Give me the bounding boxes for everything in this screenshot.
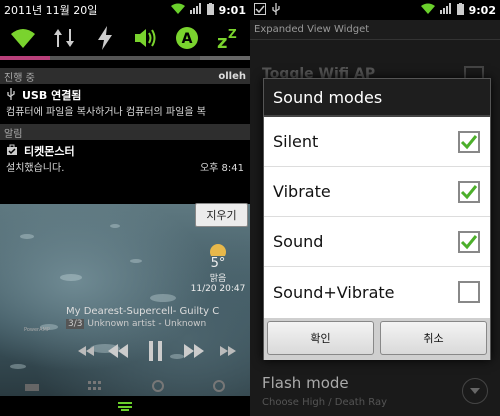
ticket-icon (6, 144, 18, 159)
status-date: 2011년 11월 20일 (4, 4, 98, 17)
alerts-label: 알림 (4, 128, 23, 140)
usb-notification[interactable]: USB 연결됨 컴퓨터에 파일을 복사하거나 컴퓨터의 파일을 복 (0, 84, 250, 124)
alerts-section-header: 알림 (0, 124, 250, 140)
seek-forward-icon[interactable] (216, 340, 240, 362)
option-label: Sound (273, 232, 324, 251)
status-bar: 2011년 11월 20일 9:01 (0, 0, 250, 20)
notification-panel: 2011년 11월 20일 9:01 A zZ 진행 중 olleh USB 연… (0, 0, 250, 416)
previous-icon[interactable] (106, 340, 130, 362)
battery-icon-right (456, 2, 464, 18)
ongoing-section-header: 진행 중 olleh (0, 68, 250, 84)
checkbox-checked[interactable] (458, 230, 480, 253)
music-track-count: 3/3 (66, 319, 85, 329)
dock-apps-icon[interactable] (88, 380, 102, 394)
data-sync-toggle-icon[interactable] (51, 25, 77, 51)
usb-text: 컴퓨터에 파일을 복사하거나 컴퓨터의 파일을 복 (6, 107, 206, 118)
option-silent[interactable]: Silent (264, 117, 490, 167)
notification-checkbox-icon (254, 2, 266, 18)
svg-text:A: A (181, 31, 192, 47)
wifi-toggle-icon[interactable] (10, 25, 36, 51)
seek-back-icon[interactable] (74, 340, 98, 362)
usb-status-icon (271, 2, 281, 18)
weather-widget[interactable]: 5° 맑음 11/20 20:47 (190, 242, 246, 294)
music-artist: Unknown artist - Unknown (87, 319, 207, 329)
option-vibrate[interactable]: Vibrate (264, 167, 490, 217)
chevron-down-icon[interactable] (462, 378, 488, 404)
ticket-title: 티켓몬스터 (24, 145, 75, 158)
power-toggle-icon[interactable] (92, 25, 118, 51)
flash-mode-title[interactable]: Flash mode (262, 374, 349, 392)
toggle-state-bar (0, 56, 250, 60)
usb-title: USB 연결됨 (22, 89, 82, 102)
ticket-time: 오후 8:41 (199, 163, 244, 174)
option-sound[interactable]: Sound (264, 217, 490, 267)
widget-logo: PowerAMP (24, 327, 50, 333)
music-title: My Dearest-Supercell- Guilty C (66, 306, 220, 317)
dock-phone-icon[interactable] (24, 381, 39, 394)
option-label: Silent (273, 132, 319, 151)
battery-icon (206, 2, 214, 18)
home-dock (0, 378, 250, 396)
ok-button[interactable]: 확인 (267, 321, 374, 355)
widget-header: Expanded View Widget (250, 20, 500, 40)
volume-toggle-icon[interactable] (133, 25, 159, 51)
auto-rotate-toggle-icon[interactable]: A (174, 25, 200, 51)
option-label: Sound+Vibrate (273, 282, 395, 302)
sleep-toggle-icon[interactable]: zZ (215, 25, 241, 51)
usb-icon (6, 87, 16, 103)
carrier-label: olleh (218, 70, 246, 82)
panel-drag-handle[interactable] (0, 396, 250, 416)
music-widget[interactable]: My Dearest-Supercell- Guilty C 3/3 Unkno… (66, 306, 250, 329)
status-time: 9:01 (218, 3, 246, 17)
weather-condition: 맑음 (209, 274, 227, 284)
ongoing-label: 진행 중 (4, 72, 35, 84)
wifi-icon (170, 3, 185, 17)
dock-browser-icon[interactable] (151, 379, 164, 395)
dialog-button-bar: 확인 취소 (264, 318, 490, 360)
dock-settings-icon[interactable] (213, 379, 226, 395)
option-sound-vibrate[interactable]: Sound+Vibrate (264, 267, 490, 317)
checkbox-checked[interactable] (458, 130, 480, 153)
status-time-right: 9:02 (468, 3, 496, 17)
weather-temp: 5° (210, 256, 226, 271)
wifi-icon-right (420, 3, 435, 17)
checkbox-unchecked[interactable] (458, 281, 480, 303)
check-icon (460, 234, 478, 249)
flash-mode-subtitle: Choose High / Death Ray (262, 397, 387, 408)
ticket-text: 설치했습니다. (6, 163, 65, 174)
sound-modes-dialog: Sound modes Silent Vibrate Sound Sound+V… (263, 78, 491, 360)
cancel-button[interactable]: 취소 (380, 321, 487, 355)
dialog-title: Sound modes (264, 79, 490, 117)
check-icon (460, 134, 478, 149)
settings-screen: 9:02 Expanded View Widget Toggle Wifi AP… (250, 0, 500, 416)
sun-icon (190, 242, 246, 260)
signal-icon (189, 3, 202, 17)
pause-icon[interactable] (144, 340, 168, 362)
next-icon[interactable] (182, 340, 206, 362)
ticket-notification[interactable]: 티켓몬스터 설치했습니다. 오후 8:41 (0, 140, 250, 178)
home-wallpaper (0, 204, 250, 396)
signal-icon-right (439, 3, 452, 17)
svg-text:Z: Z (228, 27, 237, 41)
svg-text:z: z (217, 32, 227, 50)
check-icon (460, 184, 478, 199)
checkbox-checked[interactable] (458, 180, 480, 203)
clear-notifications-button[interactable]: 지우기 (195, 203, 248, 227)
option-label: Vibrate (273, 182, 331, 201)
status-bar-right: 9:02 (250, 0, 500, 20)
weather-updated: 11/20 20:47 (190, 284, 246, 294)
quick-toggles: A zZ (0, 20, 250, 56)
